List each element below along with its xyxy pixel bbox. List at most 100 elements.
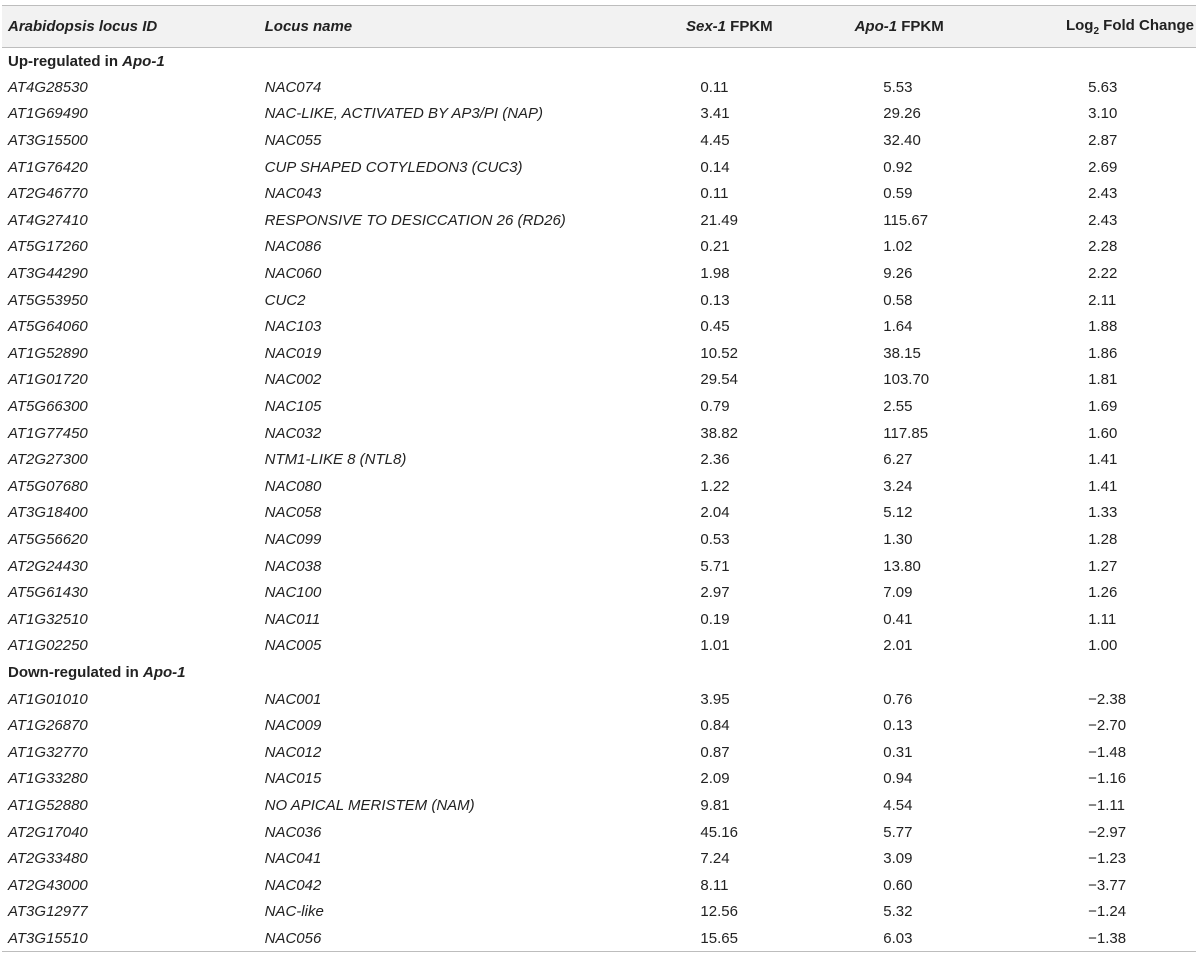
cell-apo-fpkm: 0.76: [883, 690, 913, 708]
cell-locus-name: NAC074: [264, 78, 322, 96]
cell-sex-fpkm: 12.56: [700, 903, 738, 921]
cell-log2-fold-change: 2.22: [1088, 265, 1118, 283]
cell-sex-fpkm: 38.82: [700, 424, 738, 442]
table-row: AT2G24430 NAC038 5.71 13.80 1.27: [2, 553, 1196, 580]
cell-locus-id: AT1G69490: [8, 105, 88, 123]
cell-log2-fold-change: 1.60: [1088, 424, 1118, 442]
cell-locus-name: RESPONSIVE TO DESICCATION 26 (RD26): [264, 211, 566, 229]
cell-apo-fpkm: 9.26: [883, 265, 913, 283]
cell-locus-name: NAC055: [264, 132, 322, 150]
cell-apo-fpkm: 4.54: [883, 796, 913, 814]
cell-sex-fpkm: 1.22: [700, 477, 730, 495]
cell-sex-fpkm: 15.65: [654, 925, 805, 953]
cell-locus-id: AT5G61430: [8, 584, 88, 602]
cell-locus-name: NAC103: [264, 318, 322, 336]
cell-sex-fpkm: 2.36: [700, 451, 730, 469]
cell-apo-fpkm: 3.24: [883, 477, 913, 495]
cell-locus-name: CUP SHAPED COTYLEDON3 (CUC3): [264, 158, 523, 176]
header-apo-label: Apo-1: [854, 18, 898, 35]
cell-log2-fold-change: 2.11: [1088, 291, 1117, 309]
cell-locus-id: AT4G27410: [8, 211, 88, 229]
header-apo-fpkm: Apo-1 FPKM: [804, 5, 995, 48]
cell-sex-fpkm: 0.19: [700, 610, 730, 628]
cell-sex-fpkm: 3.41: [700, 105, 730, 123]
cell-sex-fpkm: 7.24: [700, 850, 730, 868]
table-row: AT1G52890 NAC019 10.52 38.15 1.86: [2, 340, 1196, 367]
table-row: AT5G56620 NAC099 0.53 1.30 1.28: [2, 526, 1196, 553]
table-row: AT1G01720 NAC002 29.54 103.70 1.81: [2, 367, 1196, 394]
cell-log2-fold-change: 5.63: [1088, 78, 1118, 96]
cell-locus-name: NAC015: [264, 770, 322, 788]
cell-locus-name: NAC001: [264, 690, 322, 708]
cell-locus-name: NAC009: [264, 717, 322, 735]
cell-sex-fpkm: 1.01: [700, 637, 730, 655]
cell-sex-fpkm: 5.71: [700, 557, 730, 575]
header-locus-name: Locus name: [264, 5, 655, 48]
cell-locus-name: NO APICAL MERISTEM (NAM): [264, 796, 475, 814]
cell-apo-fpkm: 0.59: [883, 185, 913, 203]
cell-locus-id: AT1G33280: [8, 770, 88, 788]
cell-sex-fpkm: 0.45: [700, 318, 730, 336]
cell-apo-fpkm: 5.32: [883, 903, 913, 921]
cell-locus-id: AT2G43000: [8, 876, 88, 894]
cell-log2-fold-change: 3.10: [1088, 105, 1118, 123]
section-label: Up-regulated in Apo-1: [2, 48, 1196, 75]
cell-log2-fold-change: −1.38: [994, 925, 1196, 953]
table-row: AT3G15500 NAC055 4.45 32.40 2.87: [2, 127, 1196, 154]
section-label-prefix: Down-regulated in: [8, 663, 143, 681]
cell-locus-id: AT5G17260: [8, 238, 88, 256]
cell-log2-fold-change: −2.38: [1088, 690, 1127, 708]
cell-apo-fpkm: 115.67: [883, 211, 929, 229]
expression-table: Arabidopsis locus ID Locus name Sex-1 FP…: [2, 5, 1196, 953]
cell-locus-id: AT1G01720: [8, 371, 88, 389]
cell-locus-name: NAC105: [264, 398, 322, 416]
cell-sex-fpkm: 0.11: [700, 185, 729, 203]
cell-locus-id: AT1G77450: [8, 424, 88, 442]
cell-locus-id: AT2G27300: [8, 451, 88, 469]
cell-locus-name: NAC056: [264, 925, 655, 953]
cell-log2-fold-change: 1.69: [1088, 398, 1118, 416]
cell-log2-fold-change: 1.33: [1088, 504, 1118, 522]
table-row: AT5G17260 NAC086 0.21 1.02 2.28: [2, 234, 1196, 261]
table-row: AT3G12977 NAC-like 12.56 5.32 −1.24: [2, 899, 1196, 926]
cell-apo-fpkm: 7.09: [883, 584, 913, 602]
cell-locus-name: NAC058: [264, 504, 322, 522]
cell-apo-fpkm: 5.77: [883, 823, 913, 841]
cell-locus-name: NAC100: [264, 584, 322, 602]
cell-apo-fpkm: 2.55: [883, 398, 913, 416]
cell-locus-id: AT1G26870: [8, 717, 88, 735]
cell-sex-fpkm: 0.87: [700, 743, 730, 761]
cell-apo-fpkm: 0.13: [883, 717, 913, 735]
cell-sex-fpkm: 0.14: [700, 158, 730, 176]
cell-apo-fpkm: 5.12: [883, 504, 913, 522]
table-row: AT1G01010 NAC001 3.95 0.76 −2.38: [2, 686, 1196, 713]
cell-log2-fold-change: 1.86: [1088, 344, 1118, 362]
cell-log2-fold-change: −1.23: [1088, 850, 1127, 868]
cell-locus-name: NAC099: [264, 530, 322, 548]
cell-locus-id: AT1G02250: [8, 637, 88, 655]
cell-locus-id: AT1G52880: [8, 796, 88, 814]
cell-locus-id: AT1G76420: [8, 158, 88, 176]
table-row: AT2G46770 NAC043 0.11 0.59 2.43: [2, 180, 1196, 207]
table-row: AT5G07680 NAC080 1.22 3.24 1.41: [2, 473, 1196, 500]
table-row: AT2G27300 NTM1-LIKE 8 (NTL8) 2.36 6.27 1.41: [2, 446, 1196, 473]
cell-sex-fpkm: 2.04: [700, 504, 730, 522]
cell-locus-name: NAC043: [264, 185, 322, 203]
table-body: Up-regulated in Apo-1 AT4G28530 NAC074 0.11…: [2, 48, 1196, 953]
cell-sex-fpkm: 0.53: [700, 530, 730, 548]
cell-sex-fpkm: 29.54: [700, 371, 738, 389]
cell-apo-fpkm: 0.92: [883, 158, 913, 176]
cell-locus-id: AT3G44290: [8, 265, 88, 283]
cell-log2-fold-change: 1.41: [1088, 451, 1118, 469]
cell-apo-fpkm: 5.53: [883, 78, 913, 96]
header-apo-unit: FPKM: [897, 18, 944, 35]
table-row: AT4G28530 NAC074 0.11 5.53 5.63: [2, 74, 1196, 101]
cell-locus-name: NAC036: [264, 823, 322, 841]
table-row: AT2G43000 NAC042 8.11 0.60 −3.77: [2, 872, 1196, 899]
cell-sex-fpkm: 0.79: [700, 398, 730, 416]
cell-locus-name: NAC086: [264, 238, 322, 256]
cell-locus-id: AT2G46770: [8, 185, 88, 203]
cell-locus-name: NAC041: [264, 850, 322, 868]
cell-locus-name: NAC032: [264, 424, 322, 442]
cell-locus-name: NAC002: [264, 371, 322, 389]
